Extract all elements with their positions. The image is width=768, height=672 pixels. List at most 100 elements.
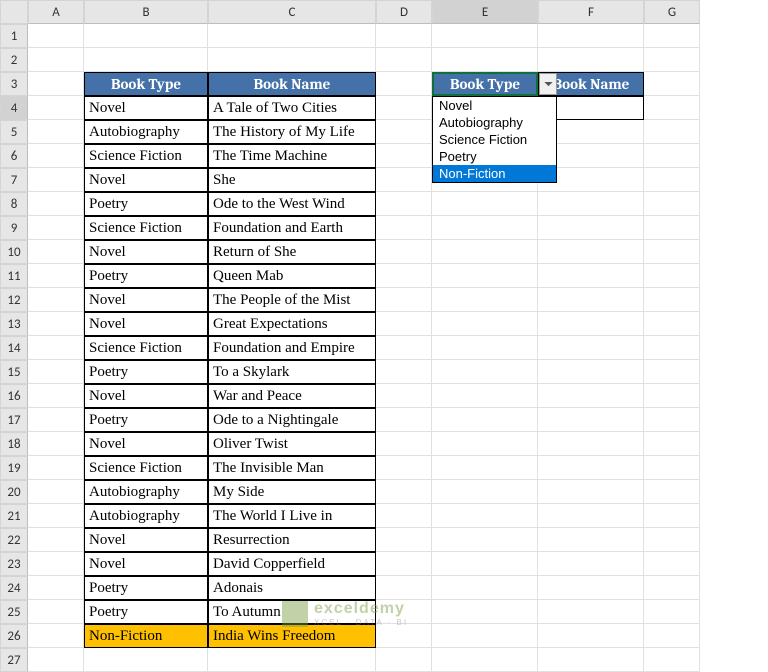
cell-A14[interactable] <box>28 336 84 360</box>
cell-D5[interactable] <box>376 120 432 144</box>
cell-F24[interactable] <box>538 576 644 600</box>
row-header-3[interactable]: 3 <box>0 72 28 96</box>
cell-G8[interactable] <box>644 192 700 216</box>
cell-A8[interactable] <box>28 192 84 216</box>
cell-E14[interactable] <box>432 336 538 360</box>
row-header-14[interactable]: 14 <box>0 336 28 360</box>
cell-G24[interactable] <box>644 576 700 600</box>
cell-E24[interactable] <box>432 576 538 600</box>
cell-D10[interactable] <box>376 240 432 264</box>
cell-E27[interactable] <box>432 648 538 672</box>
cell-E2[interactable] <box>432 48 538 72</box>
table1-cell[interactable]: Poetry <box>84 600 208 624</box>
cell-E16[interactable] <box>432 384 538 408</box>
row-header-18[interactable]: 18 <box>0 432 28 456</box>
col-header-C[interactable]: C <box>208 0 376 24</box>
table1-cell[interactable]: Ode to the West Wind <box>208 192 376 216</box>
row-header-24[interactable]: 24 <box>0 576 28 600</box>
cell-A24[interactable] <box>28 576 84 600</box>
cell-G23[interactable] <box>644 552 700 576</box>
table1-cell[interactable]: Return of She <box>208 240 376 264</box>
cell-D21[interactable] <box>376 504 432 528</box>
cell-G3[interactable] <box>644 72 700 96</box>
table1-cell[interactable]: Science Fiction <box>84 144 208 168</box>
row-header-13[interactable]: 13 <box>0 312 28 336</box>
table1-cell[interactable]: Poetry <box>84 360 208 384</box>
cell-E19[interactable] <box>432 456 538 480</box>
cell-E12[interactable] <box>432 288 538 312</box>
cell-D16[interactable] <box>376 384 432 408</box>
cell-D14[interactable] <box>376 336 432 360</box>
cell-D2[interactable] <box>376 48 432 72</box>
row-header-15[interactable]: 15 <box>0 360 28 384</box>
cell-D6[interactable] <box>376 144 432 168</box>
cell-E17[interactable] <box>432 408 538 432</box>
cell-G4[interactable] <box>644 96 700 120</box>
row-header-9[interactable]: 9 <box>0 216 28 240</box>
row-header-22[interactable]: 22 <box>0 528 28 552</box>
row-header-17[interactable]: 17 <box>0 408 28 432</box>
col-header-B[interactable]: B <box>84 0 208 24</box>
row-header-11[interactable]: 11 <box>0 264 28 288</box>
cell-A9[interactable] <box>28 216 84 240</box>
cell-E1[interactable] <box>432 24 538 48</box>
table1-cell[interactable]: The Invisible Man <box>208 456 376 480</box>
cell-A16[interactable] <box>28 384 84 408</box>
col-header-A[interactable]: A <box>28 0 84 24</box>
cell-G20[interactable] <box>644 480 700 504</box>
cell-G26[interactable] <box>644 624 700 648</box>
table1-cell[interactable]: Oliver Twist <box>208 432 376 456</box>
cell-F12[interactable] <box>538 288 644 312</box>
table1-cell[interactable]: Novel <box>84 528 208 552</box>
row-header-4[interactable]: 4 <box>0 96 28 120</box>
row-header-20[interactable]: 20 <box>0 480 28 504</box>
cell-F11[interactable] <box>538 264 644 288</box>
cell-G18[interactable] <box>644 432 700 456</box>
cell-G25[interactable] <box>644 600 700 624</box>
cell-D11[interactable] <box>376 264 432 288</box>
cell-A18[interactable] <box>28 432 84 456</box>
cell-F9[interactable] <box>538 216 644 240</box>
cell-F13[interactable] <box>538 312 644 336</box>
row-header-6[interactable]: 6 <box>0 144 28 168</box>
cell-F8[interactable] <box>538 192 644 216</box>
table1-cell[interactable]: Poetry <box>84 264 208 288</box>
cell-D19[interactable] <box>376 456 432 480</box>
select-all-corner[interactable] <box>0 0 28 24</box>
col-header-G[interactable]: G <box>644 0 700 24</box>
cell-E8[interactable] <box>432 192 538 216</box>
cell-G21[interactable] <box>644 504 700 528</box>
cell-B2[interactable] <box>84 48 208 72</box>
cell-E10[interactable] <box>432 240 538 264</box>
cell-A4[interactable] <box>28 96 84 120</box>
dropdown-option[interactable]: Autobiography <box>433 114 556 131</box>
cell-F22[interactable] <box>538 528 644 552</box>
cell-D22[interactable] <box>376 528 432 552</box>
row-header-27[interactable]: 27 <box>0 648 28 672</box>
cell-D15[interactable] <box>376 360 432 384</box>
table1-cell[interactable]: Poetry <box>84 192 208 216</box>
cell-A21[interactable] <box>28 504 84 528</box>
cell-D4[interactable] <box>376 96 432 120</box>
table1-cell[interactable]: Novel <box>84 240 208 264</box>
cell-G10[interactable] <box>644 240 700 264</box>
col-header-F[interactable]: F <box>538 0 644 24</box>
cell-D26[interactable] <box>376 624 432 648</box>
table1-cell[interactable]: She <box>208 168 376 192</box>
cell-A13[interactable] <box>28 312 84 336</box>
table1-cell[interactable]: Resurrection <box>208 528 376 552</box>
table1-cell[interactable]: Novel <box>84 432 208 456</box>
cell-A2[interactable] <box>28 48 84 72</box>
cell-F17[interactable] <box>538 408 644 432</box>
cell-G19[interactable] <box>644 456 700 480</box>
cell-D23[interactable] <box>376 552 432 576</box>
table1-cell[interactable]: Novel <box>84 168 208 192</box>
table1-cell[interactable]: Novel <box>84 384 208 408</box>
cell-E11[interactable] <box>432 264 538 288</box>
row-header-21[interactable]: 21 <box>0 504 28 528</box>
cell-D8[interactable] <box>376 192 432 216</box>
table1-cell[interactable]: Adonais <box>208 576 376 600</box>
cell-A27[interactable] <box>28 648 84 672</box>
cell-D1[interactable] <box>376 24 432 48</box>
dropdown-option[interactable]: Poetry <box>433 148 556 165</box>
